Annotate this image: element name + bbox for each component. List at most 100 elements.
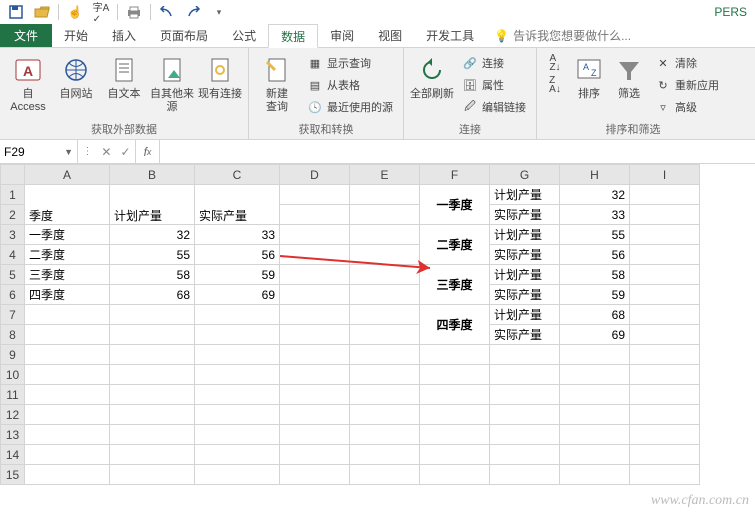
cell[interactable] xyxy=(630,185,700,205)
cell[interactable] xyxy=(25,345,110,365)
cell[interactable] xyxy=(350,205,420,225)
cell[interactable] xyxy=(350,465,420,485)
cell[interactable] xyxy=(110,325,195,345)
cell[interactable] xyxy=(280,225,350,245)
cell[interactable] xyxy=(420,465,490,485)
col-header-B[interactable]: B xyxy=(110,165,195,185)
cell[interactable] xyxy=(195,425,280,445)
row-header[interactable]: 9 xyxy=(1,345,25,365)
save-icon[interactable] xyxy=(4,2,28,22)
cell[interactable] xyxy=(25,365,110,385)
cell[interactable] xyxy=(490,425,560,445)
cell[interactable] xyxy=(490,365,560,385)
cell[interactable] xyxy=(560,405,630,425)
cell[interactable] xyxy=(280,445,350,465)
from-other-button[interactable]: 自其他来源 xyxy=(150,52,194,118)
cell[interactable]: 实际产量 xyxy=(195,185,280,225)
name-box[interactable]: F29▼ xyxy=(0,140,78,163)
reapply-button[interactable]: ↻重新应用 xyxy=(651,74,723,96)
sort-button[interactable]: AZ排序 xyxy=(571,52,607,118)
cell[interactable] xyxy=(630,365,700,385)
select-all-corner[interactable] xyxy=(1,165,25,185)
row-header[interactable]: 2 xyxy=(1,205,25,225)
cell[interactable] xyxy=(195,445,280,465)
cell[interactable] xyxy=(280,365,350,385)
row-header[interactable]: 8 xyxy=(1,325,25,345)
cell[interactable] xyxy=(630,325,700,345)
cell[interactable] xyxy=(350,405,420,425)
cell[interactable] xyxy=(110,465,195,485)
cell[interactable] xyxy=(560,345,630,365)
cell[interactable] xyxy=(490,385,560,405)
cell[interactable]: 四季度 xyxy=(420,305,490,345)
row-header[interactable]: 4 xyxy=(1,245,25,265)
cell[interactable] xyxy=(280,425,350,445)
from-access-button[interactable]: A自 Access xyxy=(6,52,50,118)
cell[interactable] xyxy=(420,405,490,425)
tell-me-search[interactable]: 💡告诉我您想要做什么... xyxy=(494,24,631,47)
cell[interactable]: 计划产量 xyxy=(490,265,560,285)
cell[interactable]: 55 xyxy=(110,245,195,265)
cell[interactable] xyxy=(25,405,110,425)
formula-input[interactable] xyxy=(160,140,755,163)
row-header[interactable]: 15 xyxy=(1,465,25,485)
cell[interactable]: 59 xyxy=(195,265,280,285)
cell[interactable] xyxy=(350,225,420,245)
cell[interactable] xyxy=(25,425,110,445)
cell[interactable] xyxy=(25,325,110,345)
cell[interactable]: 二季度 xyxy=(420,225,490,265)
cell[interactable] xyxy=(560,465,630,485)
cell[interactable]: 32 xyxy=(110,225,195,245)
cell[interactable]: 三季度 xyxy=(25,265,110,285)
cell[interactable] xyxy=(195,325,280,345)
cell[interactable] xyxy=(350,445,420,465)
clear-button[interactable]: ✕清除 xyxy=(651,52,723,74)
cell[interactable]: 33 xyxy=(560,205,630,225)
cell[interactable] xyxy=(350,245,420,265)
tab-insert[interactable]: 插入 xyxy=(100,24,148,47)
cell[interactable] xyxy=(630,205,700,225)
cell[interactable] xyxy=(420,425,490,445)
tab-formulas[interactable]: 公式 xyxy=(220,24,268,47)
col-header-A[interactable]: A xyxy=(25,165,110,185)
cell[interactable] xyxy=(630,265,700,285)
cell[interactable]: 计划产量 xyxy=(110,185,195,225)
qat-customize-icon[interactable]: ▾ xyxy=(207,2,231,22)
cell[interactable]: 一季度 xyxy=(25,225,110,245)
cell[interactable] xyxy=(195,385,280,405)
sort-asc-button[interactable]: AZ↓ xyxy=(543,52,567,74)
row-header[interactable]: 6 xyxy=(1,285,25,305)
tab-data[interactable]: 数据 xyxy=(268,24,318,48)
cell[interactable] xyxy=(560,445,630,465)
cell[interactable] xyxy=(630,305,700,325)
row-header[interactable]: 14 xyxy=(1,445,25,465)
cell[interactable] xyxy=(350,325,420,345)
cell[interactable] xyxy=(280,265,350,285)
cell[interactable] xyxy=(110,365,195,385)
edit-links-button[interactable]: 🖉编辑链接 xyxy=(458,96,530,118)
cell[interactable]: 68 xyxy=(560,305,630,325)
tab-pagelayout[interactable]: 页面布局 xyxy=(148,24,220,47)
cell[interactable] xyxy=(630,285,700,305)
cell[interactable] xyxy=(25,385,110,405)
cell[interactable] xyxy=(350,385,420,405)
open-icon[interactable] xyxy=(30,2,54,22)
existing-conn-button[interactable]: 现有连接 xyxy=(198,52,242,118)
cell[interactable] xyxy=(110,405,195,425)
cell[interactable] xyxy=(350,285,420,305)
cell[interactable] xyxy=(280,345,350,365)
from-text-button[interactable]: 自文本 xyxy=(102,52,146,118)
formula-dropdown-icon[interactable]: ⋮ xyxy=(82,146,92,157)
cell[interactable] xyxy=(630,405,700,425)
cell[interactable]: 一季度 xyxy=(420,185,490,225)
undo-icon[interactable] xyxy=(155,2,179,22)
cell[interactable] xyxy=(350,365,420,385)
cell[interactable] xyxy=(280,325,350,345)
connections-button[interactable]: 🔗连接 xyxy=(458,52,530,74)
col-header-D[interactable]: D xyxy=(280,165,350,185)
sort-desc-button[interactable]: ZA↓ xyxy=(543,74,567,96)
advanced-button[interactable]: ▿高级 xyxy=(651,96,723,118)
cell[interactable] xyxy=(195,405,280,425)
tab-file[interactable]: 文件 xyxy=(0,24,52,47)
fx-icon[interactable]: fx xyxy=(136,140,160,163)
